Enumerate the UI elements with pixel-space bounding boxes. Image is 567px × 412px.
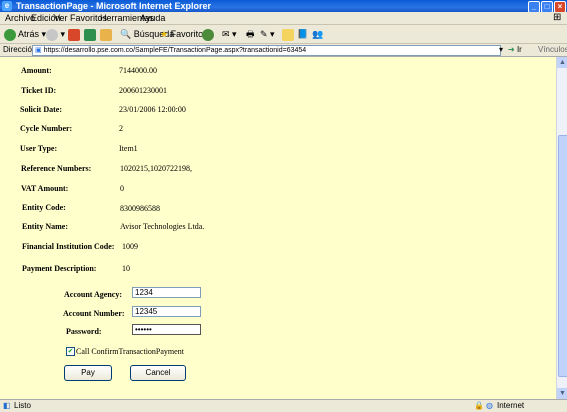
account-agency-input[interactable]: [132, 287, 201, 298]
research-button[interactable]: 📘: [297, 27, 308, 41]
status-text: Listo: [14, 401, 31, 410]
amount-label: Amount:: [21, 66, 52, 75]
confirm-transaction-label[interactable]: Call ConfirmTransactionPayment: [76, 347, 184, 356]
password-label: Password:: [66, 327, 102, 336]
favorites-button[interactable]: ★ Favoritos: [160, 27, 208, 41]
research-icon: 📘: [297, 29, 309, 39]
cycle-number-value: 2: [119, 124, 123, 133]
star-icon: ★: [160, 29, 169, 39]
windows-flag-icon: ⊞: [553, 12, 562, 23]
zone-text: Internet: [497, 401, 525, 410]
home-icon: [100, 28, 112, 41]
back-button[interactable]: Atrás ▾: [4, 27, 46, 41]
forward-arrow-icon: [46, 28, 58, 41]
payment-description-label: Payment Description:: [22, 264, 97, 273]
entity-name-value: Avisor Technologies Ltda.: [120, 222, 205, 231]
scroll-up-icon[interactable]: ▲: [557, 57, 567, 68]
mail-icon: ✉: [222, 29, 230, 39]
folder-icon: [282, 28, 294, 41]
financial-institution-code-value: 1009: [122, 242, 138, 251]
vat-amount-label: VAT Amount:: [21, 184, 69, 193]
address-dropdown-icon[interactable]: ▾: [499, 44, 503, 56]
print-button[interactable]: 🖶: [246, 27, 255, 41]
entity-code-label: Entity Code:: [22, 203, 66, 212]
history-icon: [202, 28, 214, 41]
title-bar: e TransactionPage - Microsoft Internet E…: [0, 0, 567, 13]
globe-icon: ◍: [486, 401, 493, 410]
cancel-button[interactable]: Cancel: [130, 365, 186, 381]
window-title: TransactionPage - Microsoft Internet Exp…: [16, 1, 212, 11]
menu-bar: Archivo Edición Ver Favoritos Herramient…: [0, 12, 567, 25]
amount-value: 7144000.00: [119, 66, 157, 75]
search-icon: 🔍: [120, 29, 132, 39]
ticket-id-label: Ticket ID:: [21, 86, 57, 95]
menu-ver[interactable]: Ver: [54, 12, 68, 24]
user-type-label: User Type:: [20, 144, 58, 153]
vat-amount-value: 0: [120, 184, 124, 193]
go-arrow-icon: ➜: [508, 45, 515, 54]
refresh-button[interactable]: [84, 27, 96, 41]
scrollbar-thumb[interactable]: [558, 135, 567, 377]
entity-code-value: 8300986588: [120, 204, 160, 213]
stop-button[interactable]: [68, 27, 80, 41]
history-button[interactable]: [202, 27, 214, 41]
page-icon: ▣: [35, 47, 42, 54]
forward-button[interactable]: ▾: [46, 27, 65, 41]
reference-numbers-label: Reference Numbers:: [21, 164, 92, 173]
address-input[interactable]: ▣ https://desarrollo.pse.com.co/SampleFE…: [32, 45, 501, 56]
mail-button[interactable]: ✉ ▾: [222, 27, 237, 41]
confirm-transaction-checkbox[interactable]: ✔: [66, 347, 75, 356]
address-bar: Dirección ▣ https://desarrollo.pse.com.c…: [0, 44, 567, 57]
ie-logo-icon: e: [2, 1, 12, 11]
pay-button[interactable]: Pay: [64, 365, 112, 381]
page-done-icon: ◧: [3, 401, 11, 410]
status-bar: ◧ Listo 🔒 ◍ Internet: [0, 399, 567, 412]
financial-institution-code-label: Financial Institution Code:: [22, 242, 115, 251]
cycle-number-label: Cycle Number:: [20, 124, 73, 133]
home-button[interactable]: [100, 27, 112, 41]
entity-name-label: Entity Name:: [22, 222, 68, 231]
edit-button[interactable]: ✎ ▾: [260, 27, 275, 41]
print-icon: 🖶: [246, 29, 255, 39]
messenger-icon: 👥: [312, 29, 324, 39]
user-type-value: Item1: [119, 144, 138, 153]
refresh-icon: [84, 28, 96, 41]
edit-icon: ✎: [260, 29, 268, 39]
account-agency-label: Account Agency:: [64, 290, 122, 299]
links-label[interactable]: Vínculos: [538, 44, 567, 56]
back-arrow-icon: [4, 28, 16, 41]
scroll-down-icon[interactable]: ▼: [557, 388, 567, 399]
go-button[interactable]: ➜ Ir: [508, 44, 522, 56]
account-number-label: Account Number:: [63, 309, 125, 318]
payment-description-value: 10: [122, 264, 130, 273]
toolbar: Atrás ▾ ▾ 🔍 Búsqueda ★ Favoritos ✉ ▾ 🖶 ✎…: [0, 25, 567, 44]
solicit-date-value: 23/01/2006 12:00:00: [119, 105, 186, 114]
menu-ayuda[interactable]: Ayuda: [140, 12, 165, 24]
vertical-scrollbar[interactable]: ▲ ▼: [556, 57, 567, 399]
account-number-input[interactable]: [132, 306, 201, 317]
reference-numbers-value: 1020215,1020722198,: [120, 164, 192, 173]
lock-icon: 🔒: [474, 401, 484, 410]
folder-button[interactable]: [282, 27, 294, 41]
solicit-date-label: Solicit Date:: [20, 105, 62, 114]
messenger-button[interactable]: 👥: [312, 27, 323, 41]
ticket-id-value: 200601230001: [119, 86, 167, 95]
stop-icon: [68, 28, 80, 41]
password-input[interactable]: [132, 324, 201, 335]
